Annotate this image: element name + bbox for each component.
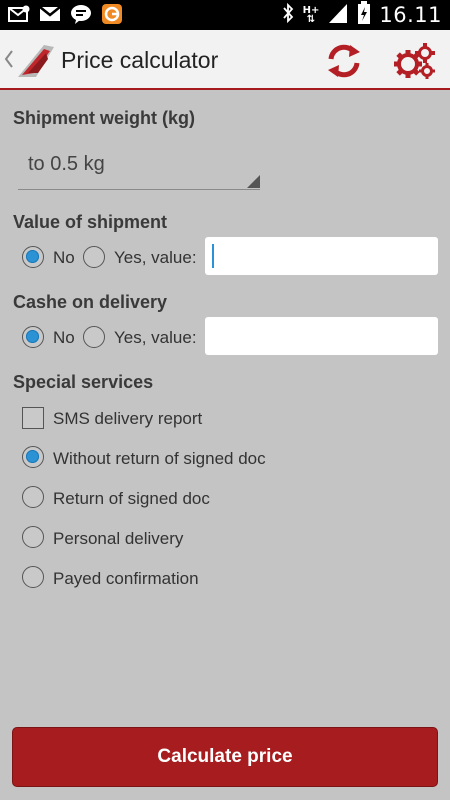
cod-no-radio[interactable] <box>22 326 44 348</box>
weight-label: Shipment weight (kg) <box>13 108 195 128</box>
text-cursor <box>212 244 214 268</box>
chat-icon <box>70 4 92 24</box>
service-option-label[interactable]: Personal delivery <box>53 529 183 549</box>
service-option-label[interactable]: Without return of signed doc <box>53 449 266 469</box>
calculate-price-button[interactable]: Calculate price <box>12 727 438 787</box>
value-amount-input[interactable] <box>205 237 438 275</box>
service-option-radio[interactable] <box>22 446 44 468</box>
action-bar: Price calculator <box>0 30 450 90</box>
value-yes-radio[interactable] <box>83 246 105 268</box>
value-of-shipment-label: Value of shipment <box>13 212 168 232</box>
network-type-indicator: H+ ⇅ <box>302 5 320 25</box>
refresh-icon <box>328 44 360 78</box>
cod-yes-radio[interactable] <box>83 326 105 348</box>
service-option-radio[interactable] <box>22 566 44 588</box>
service-option-radio[interactable] <box>22 526 44 548</box>
sms-report-checkbox[interactable] <box>22 407 44 429</box>
value-yes-label[interactable]: Yes, value: <box>114 248 197 268</box>
settings-button[interactable] <box>394 42 436 80</box>
back-chevron-icon[interactable] <box>4 49 14 74</box>
clock: 16.11 <box>379 3 442 27</box>
weight-selected-value: to 0.5 kg <box>28 153 105 175</box>
value-no-radio[interactable] <box>22 246 44 268</box>
cod-amount-input[interactable] <box>205 317 438 355</box>
service-option-label[interactable]: Return of signed doc <box>53 489 210 509</box>
service-option-label[interactable]: Payed confirmation <box>53 569 199 589</box>
system-icons: H+ ⇅ 16.11 <box>281 0 442 30</box>
notification-icons <box>8 4 123 24</box>
cod-yes-label[interactable]: Yes, value: <box>114 328 197 348</box>
refresh-button[interactable] <box>323 42 365 80</box>
battery-charging-icon <box>357 0 371 30</box>
sms-report-label[interactable]: SMS delivery report <box>53 409 202 429</box>
gmail-icon <box>39 4 61 24</box>
app-logo-icon[interactable] <box>14 39 58 88</box>
cash-on-delivery-label: Cashe on delivery <box>13 292 168 312</box>
missed-email-icon <box>8 4 30 24</box>
service-option-radio[interactable] <box>22 486 44 508</box>
app-notification-icon <box>101 4 123 24</box>
dropdown-arrow-icon <box>247 175 260 188</box>
special-services-label: Special services <box>13 372 154 392</box>
signal-icon <box>327 2 349 29</box>
gears-icon <box>394 43 435 79</box>
status-bar: H+ ⇅ 16.11 <box>0 0 450 30</box>
value-no-label[interactable]: No <box>53 248 75 268</box>
bluetooth-icon <box>281 2 295 29</box>
cod-no-label[interactable]: No <box>53 328 75 348</box>
weight-spinner[interactable]: to 0.5 kg <box>18 140 260 190</box>
page-title: Price calculator <box>61 47 219 73</box>
